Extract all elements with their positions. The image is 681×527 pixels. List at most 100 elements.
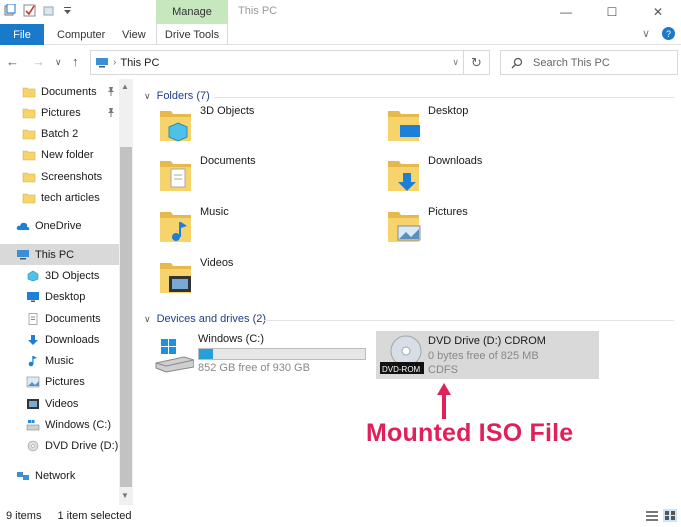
search-icon xyxy=(511,57,523,68)
pictures-folder-icon xyxy=(388,212,421,242)
back-arrow-icon[interactable]: ← xyxy=(6,54,19,69)
sidebar-item-network[interactable]: Network xyxy=(0,465,119,486)
mounted-iso-annotation: Mounted ISO File xyxy=(366,419,574,447)
this-pc-icon xyxy=(17,249,29,260)
tab-computer[interactable]: Computer xyxy=(57,24,105,45)
dvd-drive-icon xyxy=(27,440,39,452)
navigation-bar: ← → ∨ ↑ › This PC ∨ ↻ xyxy=(0,45,681,79)
customize-dropdown-icon[interactable] xyxy=(61,4,74,17)
folder-tile-music[interactable]: Music xyxy=(158,204,229,246)
tab-drive-tools[interactable]: Drive Tools xyxy=(156,24,228,45)
sidebar-item-label: Screenshots xyxy=(41,170,103,183)
sidebar-item-tech-articles[interactable]: tech articles xyxy=(0,188,119,209)
pin-icon[interactable] xyxy=(107,86,115,96)
pictures-icon xyxy=(26,377,40,388)
devices-header-label: Devices and drives (2) xyxy=(156,313,267,325)
details-view-icon[interactable] xyxy=(645,509,659,522)
folder-icon xyxy=(22,129,36,140)
sidebar-item-downloads[interactable]: Downloads xyxy=(0,329,119,350)
forward-arrow-icon[interactable]: → xyxy=(32,54,45,69)
refresh-button[interactable]: ↻ xyxy=(463,51,489,74)
sidebar-item-videos[interactable]: Videos xyxy=(0,393,119,414)
folder-label: Pictures xyxy=(428,206,468,218)
ribbon: File Computer View Drive Tools ∨ ? xyxy=(0,24,681,45)
pin-icon[interactable] xyxy=(107,107,115,118)
network-icon xyxy=(17,471,29,480)
scroll-up-icon[interactable]: ▲ xyxy=(121,82,129,91)
properties-icon[interactable] xyxy=(4,4,17,17)
sidebar-item-desktop[interactable]: Desktop xyxy=(0,287,119,308)
up-arrow-icon[interactable]: ↑ xyxy=(72,54,79,69)
scrollbar-thumb[interactable] xyxy=(120,147,132,487)
sidebar-item-label: Music xyxy=(45,355,74,368)
address-bar[interactable]: › This PC ∨ ↻ xyxy=(90,50,490,75)
view-switcher xyxy=(645,509,677,522)
maximize-button[interactable]: ☐ xyxy=(589,0,635,24)
collapse-chevron-icon[interactable]: ∨ xyxy=(144,91,151,102)
folder-tile-pictures[interactable]: Pictures xyxy=(386,204,468,246)
new-folder-icon[interactable] xyxy=(42,4,55,17)
checkbox-icon[interactable] xyxy=(23,4,36,17)
selection-count: 1 item selected xyxy=(57,510,132,522)
sidebar-item-documents[interactable]: Documents xyxy=(0,81,119,102)
sidebar-item-pictures[interactable]: Pictures xyxy=(0,372,119,393)
tiles-view-icon[interactable] xyxy=(663,509,677,522)
folder-label: Desktop xyxy=(428,105,469,117)
folder-tile-downloads[interactable]: Downloads xyxy=(386,153,482,195)
sidebar-item-screenshots[interactable]: Screenshots xyxy=(0,166,119,187)
folder-tile-desktop[interactable]: Desktop xyxy=(386,103,468,145)
tab-file[interactable]: File xyxy=(0,24,44,45)
devices-group-header[interactable]: ∨ Devices and drives (2) xyxy=(144,313,266,325)
folder-label: Documents xyxy=(200,155,256,167)
group-divider xyxy=(214,97,674,98)
tab-view[interactable]: View xyxy=(122,24,146,45)
drive-c-tile[interactable]: Windows (C:) 852 GB free of 930 GB xyxy=(154,333,366,381)
sidebar-item-3d-objects[interactable]: 3D Objects xyxy=(0,265,119,286)
address-dropdown-icon[interactable]: ∨ xyxy=(452,57,459,68)
downloads-icon xyxy=(28,334,38,345)
search-input[interactable] xyxy=(533,56,673,69)
folder-label: Videos xyxy=(200,257,234,269)
windows-drive-icon xyxy=(155,339,194,373)
sidebar-item-this-pc[interactable]: This PC xyxy=(0,244,119,266)
item-count: 9 items xyxy=(6,510,42,522)
folder-tile-videos[interactable]: Videos xyxy=(158,255,233,297)
breadcrumb-this-pc[interactable]: This PC xyxy=(120,57,159,69)
sidebar-item-new-folder[interactable]: New folder xyxy=(0,145,119,166)
sidebar-item-windows-c-[interactable]: Windows (C:) xyxy=(0,415,119,436)
sidebar-item-label: Pictures xyxy=(45,376,85,389)
sidebar-item-label: Videos xyxy=(45,397,79,410)
navigation-pane-scrollbar[interactable]: ▲ ▼ xyxy=(119,79,133,505)
sidebar-item-documents[interactable]: Documents xyxy=(0,308,119,329)
sidebar-item-label: New folder xyxy=(41,149,94,162)
sidebar-item-label: Desktop xyxy=(45,291,86,304)
scroll-down-icon[interactable]: ▼ xyxy=(121,491,129,500)
dvd-drive-free-space: 0 bytes free of 825 MB xyxy=(428,350,539,362)
folders-header-label: Folders (7) xyxy=(156,90,210,102)
expand-ribbon-icon[interactable]: ∨ xyxy=(642,27,650,40)
search-box[interactable] xyxy=(500,50,678,75)
sidebar-item-dvd-drive-d-c[interactable]: DVD Drive (D:) C xyxy=(0,436,119,457)
folders-group-header[interactable]: ∨ Folders (7) xyxy=(144,90,210,102)
recent-locations-icon[interactable]: ∨ xyxy=(55,57,62,68)
window-title: This PC xyxy=(238,5,278,17)
manage-tab[interactable]: Manage xyxy=(156,0,228,24)
collapse-chevron-icon[interactable]: ∨ xyxy=(144,314,151,325)
quick-access-toolbar xyxy=(4,4,74,17)
minimize-button[interactable]: — xyxy=(543,0,589,24)
close-button[interactable]: ✕ xyxy=(635,0,681,24)
capacity-fill xyxy=(199,349,213,359)
drive-c-capacity-bar xyxy=(198,348,366,360)
dvd-drive-tile[interactable]: DVD-ROM DVD Drive (D:) CDROM 0 bytes fre… xyxy=(376,331,599,379)
sidebar-item-music[interactable]: Music xyxy=(0,351,119,372)
folder-label: Music xyxy=(200,206,229,218)
sidebar-item-onedrive[interactable]: OneDrive xyxy=(0,216,119,237)
help-icon[interactable]: ? xyxy=(662,27,675,40)
sidebar-item-batch-2[interactable]: Batch 2 xyxy=(0,124,119,145)
folder-tile-3d-objects[interactable]: 3D Objects xyxy=(158,103,254,145)
ribbon-right-controls: ∨ ? xyxy=(642,27,675,40)
videos-folder-icon xyxy=(160,263,191,293)
sidebar-item-pictures[interactable]: Pictures xyxy=(0,102,119,123)
drive-c-icon xyxy=(26,420,40,431)
folder-tile-documents[interactable]: Documents xyxy=(158,153,256,195)
